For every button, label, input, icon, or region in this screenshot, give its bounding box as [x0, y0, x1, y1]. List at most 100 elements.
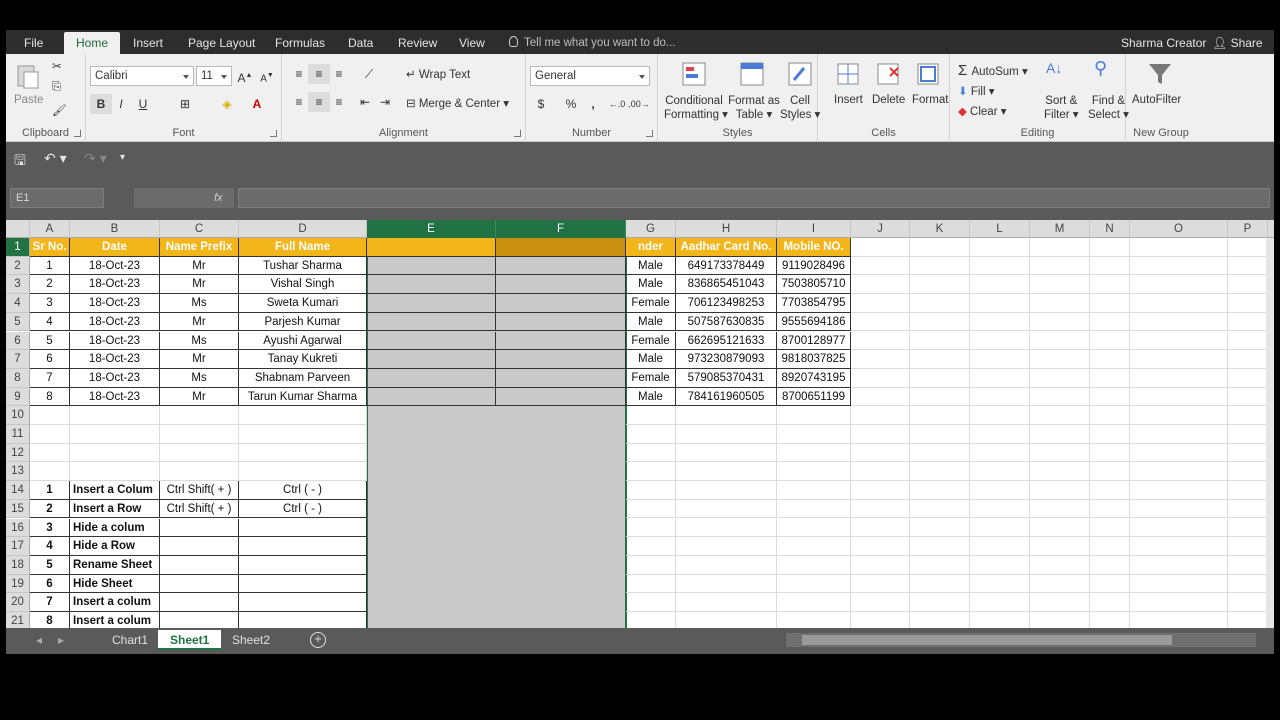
cell-k17[interactable]	[910, 537, 970, 556]
cell-g15[interactable]	[626, 499, 676, 519]
row-header-5[interactable]: 5	[6, 312, 30, 332]
cell-g11[interactable]	[626, 425, 676, 444]
fill-color-icon[interactable]: ◈	[216, 94, 238, 114]
vertical-scrollbar[interactable]	[1266, 238, 1274, 628]
row-header-10[interactable]: 10	[6, 406, 30, 425]
cell-p20[interactable]	[1228, 593, 1268, 612]
cell-a19[interactable]: 6	[30, 574, 70, 594]
conditional-formatting-button[interactable]: Conditional Formatting ▾	[664, 94, 728, 122]
increase-decimal-icon[interactable]: ←.0	[606, 94, 628, 114]
cell-o11[interactable]	[1130, 425, 1228, 444]
cell-m19[interactable]	[1030, 574, 1090, 594]
clear-button[interactable]: ◆ Clear ▾	[958, 104, 1007, 118]
cell-a11[interactable]	[30, 425, 70, 444]
cell-e6[interactable]	[367, 331, 496, 351]
decrease-decimal-icon[interactable]: .00→	[628, 94, 650, 114]
cell-g7[interactable]: Male	[626, 350, 676, 369]
column-header-d[interactable]: D	[239, 220, 367, 238]
cell-g4[interactable]: Female	[626, 294, 676, 313]
cell-j4[interactable]	[851, 294, 910, 313]
cell-c7[interactable]: Mr	[160, 350, 239, 369]
customize-qat-icon[interactable]: ▾	[120, 152, 125, 163]
header-cell-b[interactable]: Date	[70, 238, 160, 257]
cell-i20[interactable]	[777, 593, 851, 612]
cell-m13[interactable]	[1030, 462, 1090, 482]
cell-p8[interactable]	[1228, 368, 1268, 388]
row-header-9[interactable]: 9	[6, 387, 30, 407]
cell-o16[interactable]	[1130, 518, 1228, 538]
header-cell-a[interactable]: Sr No.	[30, 238, 70, 257]
cell-d12[interactable]	[239, 443, 367, 463]
cell-o21[interactable]	[1130, 612, 1228, 628]
horizontal-scrollbar[interactable]	[786, 633, 1256, 647]
cell-h8[interactable]: 579085370431	[676, 368, 777, 388]
cell-g21[interactable]	[626, 612, 676, 628]
borders-icon[interactable]: ⊞	[174, 94, 196, 114]
column-header-b[interactable]: B	[70, 220, 160, 238]
cell-j20[interactable]	[851, 593, 910, 612]
number-format-box[interactable]: General	[530, 66, 650, 86]
cell-a18[interactable]: 5	[30, 555, 70, 575]
cell-k13[interactable]	[910, 462, 970, 482]
cell-p13[interactable]	[1228, 462, 1268, 482]
cell-o15[interactable]	[1130, 499, 1228, 519]
cell-n1[interactable]	[1090, 238, 1130, 257]
cell-g13[interactable]	[626, 462, 676, 482]
cell-d10[interactable]	[239, 406, 367, 425]
cell-b11[interactable]	[70, 425, 160, 444]
column-header-k[interactable]: K	[910, 220, 970, 238]
cell-n19[interactable]	[1090, 574, 1130, 594]
align-left-icon[interactable]: ≡	[288, 92, 310, 112]
cell-o18[interactable]	[1130, 555, 1228, 575]
cell-a17[interactable]: 4	[30, 537, 70, 556]
cell-g14[interactable]	[626, 481, 676, 500]
cell-k15[interactable]	[910, 499, 970, 519]
next-sheet-icon[interactable]: ▸	[46, 630, 76, 650]
cell-i15[interactable]	[777, 499, 851, 519]
cell-h15[interactable]	[676, 499, 777, 519]
cell-k16[interactable]	[910, 518, 970, 538]
cell-b8[interactable]: 18-Oct-23	[70, 368, 160, 388]
cell-h20[interactable]	[676, 593, 777, 612]
align-top-icon[interactable]: ≡	[288, 64, 310, 84]
italic-button[interactable]: I	[110, 94, 132, 114]
cell-g18[interactable]	[626, 555, 676, 575]
cell-j12[interactable]	[851, 443, 910, 463]
cell-i5[interactable]: 9555694186	[777, 312, 851, 332]
copy-icon[interactable]: ⎘	[52, 81, 61, 94]
cell-f4[interactable]	[496, 294, 626, 313]
cell-k6[interactable]	[910, 331, 970, 351]
increase-indent-icon[interactable]: ⇥	[374, 92, 396, 112]
cell-n6[interactable]	[1090, 331, 1130, 351]
cell-a12[interactable]	[30, 443, 70, 463]
column-header-m[interactable]: M	[1030, 220, 1090, 238]
cell-k8[interactable]	[910, 368, 970, 388]
cell-e9[interactable]	[367, 387, 496, 407]
column-header-j[interactable]: J	[851, 220, 910, 238]
cell-m3[interactable]	[1030, 275, 1090, 295]
cell-b7[interactable]: 18-Oct-23	[70, 350, 160, 369]
font-size-box[interactable]: 11	[196, 66, 232, 86]
cell-o9[interactable]	[1130, 387, 1228, 407]
cell-c12[interactable]	[160, 443, 239, 463]
row-header-4[interactable]: 4	[6, 294, 30, 313]
cell-l3[interactable]	[970, 275, 1030, 295]
cell-g5[interactable]: Male	[626, 312, 676, 332]
column-header-a[interactable]: A	[30, 220, 70, 238]
cell-j6[interactable]	[851, 331, 910, 351]
cell-g19[interactable]	[626, 574, 676, 594]
header-cell-i[interactable]: Mobile NO.	[777, 238, 851, 257]
cell-g9[interactable]: Male	[626, 387, 676, 407]
name-box[interactable]: E1	[10, 188, 104, 208]
cell-p19[interactable]	[1228, 574, 1268, 594]
row-header-16[interactable]: 16	[6, 518, 30, 538]
cell-b12[interactable]	[70, 443, 160, 463]
cell-h5[interactable]: 507587630835	[676, 312, 777, 332]
cell-o1[interactable]	[1130, 238, 1228, 257]
cell-k4[interactable]	[910, 294, 970, 313]
header-cell-e[interactable]	[367, 238, 496, 257]
cell-b2[interactable]: 18-Oct-23	[70, 256, 160, 276]
cell-c8[interactable]: Ms	[160, 368, 239, 388]
tab-page-layout[interactable]: Page Layout	[176, 30, 267, 54]
cell-c13[interactable]	[160, 462, 239, 482]
